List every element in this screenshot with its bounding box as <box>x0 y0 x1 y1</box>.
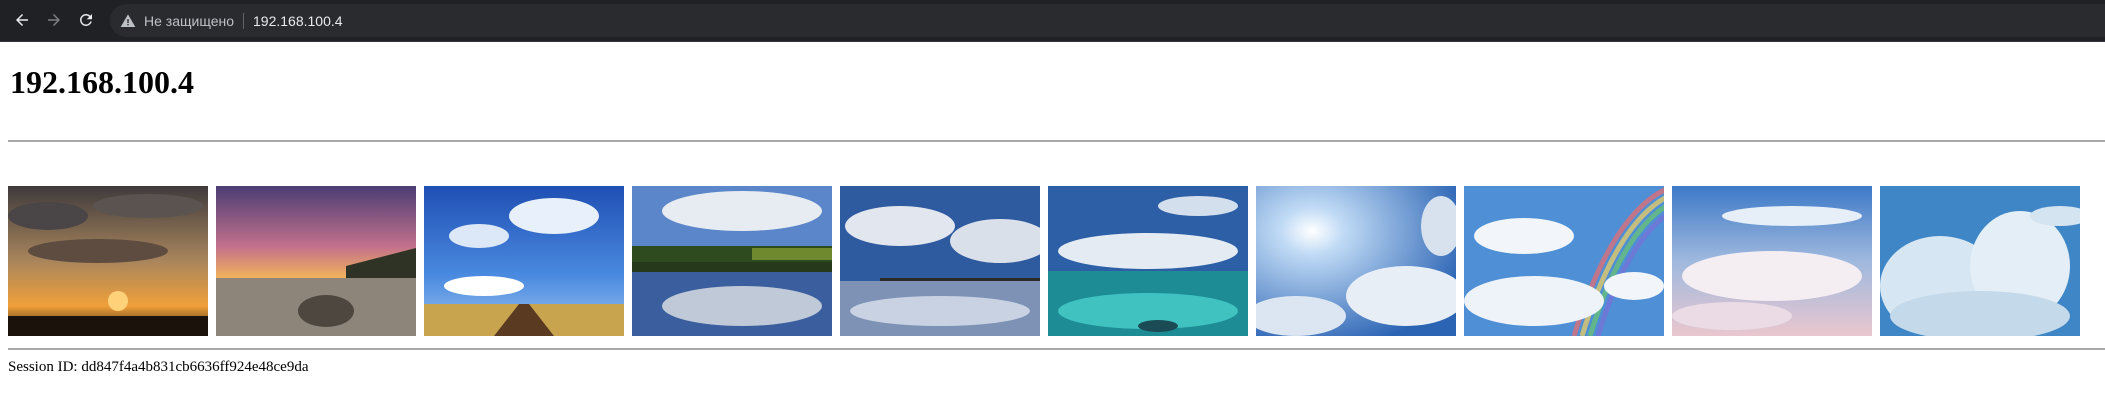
warning-triangle-icon[interactable] <box>120 13 136 29</box>
gallery-image-blue-sky-railroad[interactable] <box>424 186 624 336</box>
forward-button[interactable] <box>40 6 68 34</box>
page-title: 192.168.100.4 <box>10 64 194 100</box>
gallery-image-sunset-beach-rock[interactable] <box>216 186 416 336</box>
gallery-image-clouds-rainbow[interactable] <box>1464 186 1664 336</box>
browser-toolbar: Не защищено 192.168.100.4 <box>0 0 2105 42</box>
reload-icon <box>79 13 92 26</box>
gallery-image-towering-clouds[interactable] <box>1880 186 2080 336</box>
arrow-left-icon <box>16 14 28 26</box>
image-gallery <box>8 186 2080 336</box>
omnibox-divider <box>243 12 244 29</box>
address-bar[interactable]: Не защищено 192.168.100.4 <box>110 4 2105 37</box>
gallery-image-lake-reflection-forest[interactable] <box>632 186 832 336</box>
gallery-image-turquoise-sea-clouds[interactable] <box>1048 186 1248 336</box>
security-status[interactable]: Не защищено <box>144 13 234 29</box>
divider-top <box>8 140 2105 142</box>
gallery-image-sun-rays-clouds[interactable] <box>1256 186 1456 336</box>
session-id-text: Session ID: dd847f4a4b831cb6636ff924e48c… <box>8 359 309 375</box>
url-text[interactable]: 192.168.100.4 <box>253 13 343 29</box>
reload-button[interactable] <box>72 6 100 34</box>
back-button[interactable] <box>8 6 36 34</box>
gallery-image-pastel-sky-clouds[interactable] <box>1672 186 1872 336</box>
divider-bottom <box>8 348 2105 350</box>
gallery-image-sunset-clouds-city[interactable] <box>8 186 208 336</box>
gallery-image-sea-pier-clouds[interactable] <box>840 186 1040 336</box>
arrow-right-icon <box>48 14 60 26</box>
